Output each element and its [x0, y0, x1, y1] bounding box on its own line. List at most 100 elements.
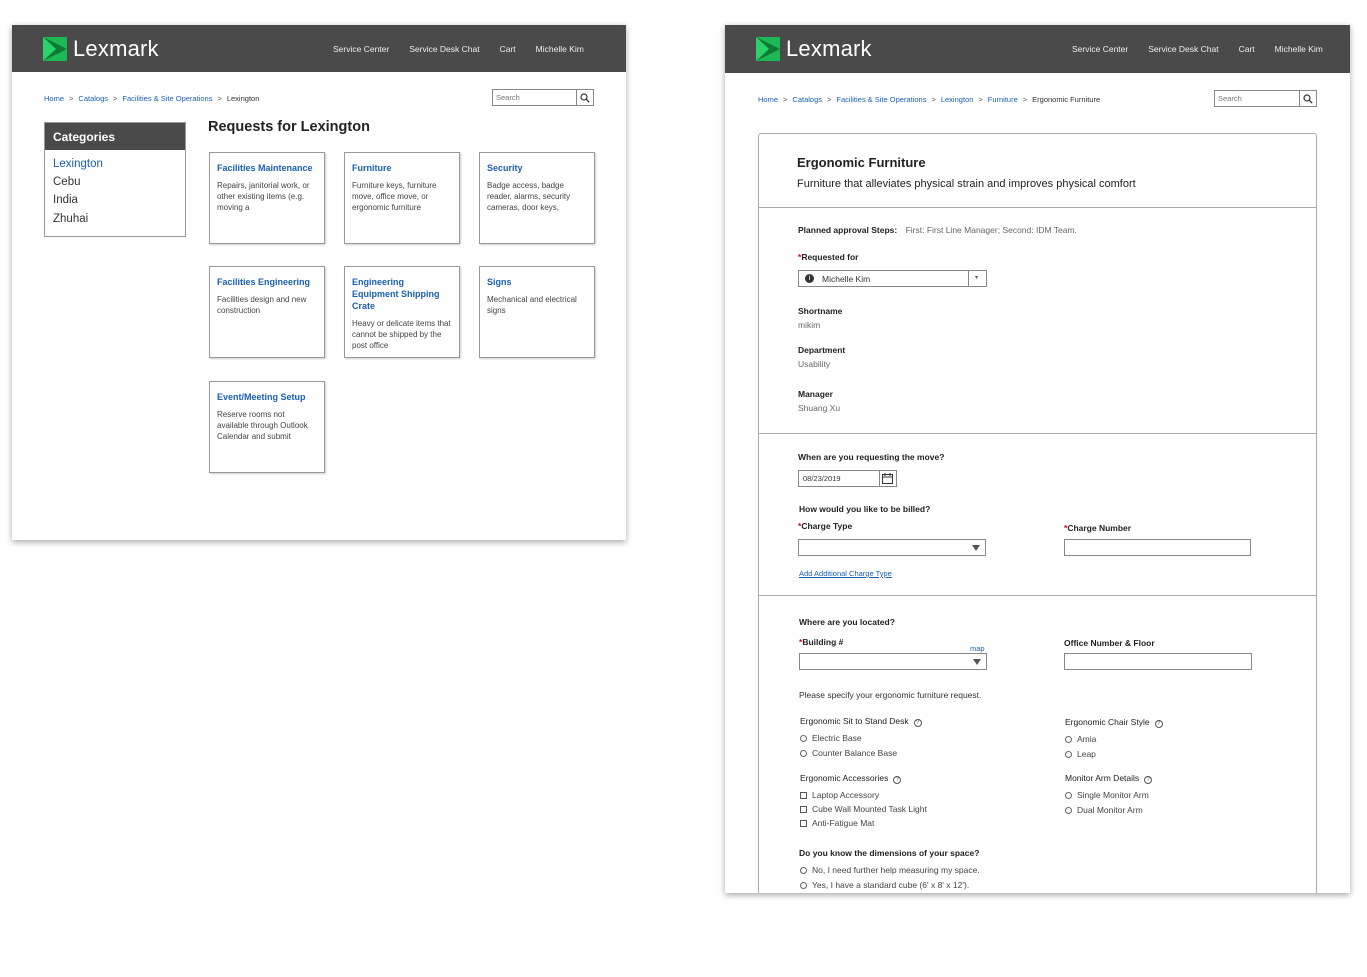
charge-number-label: *Charge Number [1064, 523, 1132, 533]
help-icon[interactable]: ? [893, 776, 902, 784]
search-input[interactable] [493, 90, 576, 105]
department-value: Usability [798, 359, 831, 369]
search-input[interactable] [1215, 91, 1299, 106]
card-facilities-maintenance[interactable]: Facilities Maintenance Repairs, janitori… [209, 152, 325, 244]
card-facilities-engineering[interactable]: Facilities Engineering Facilities design… [209, 266, 325, 358]
office-floor-input[interactable] [1064, 653, 1252, 670]
checkbox[interactable] [800, 819, 807, 827]
nav-service-center[interactable]: Service Center [333, 44, 389, 54]
radio-button[interactable] [1065, 750, 1072, 758]
checkbox[interactable] [800, 791, 807, 799]
nav-service-desk-chat[interactable]: Service Desk Chat [1148, 44, 1218, 54]
lexmark-logo[interactable]: Lexmark [756, 36, 872, 62]
help-icon[interactable]: ? [1154, 720, 1163, 728]
chair-style-option[interactable]: Leap [1065, 749, 1096, 759]
card-furniture[interactable]: Furniture Furniture keys, furniture move… [344, 152, 460, 244]
sit-stand-option[interactable]: Counter Balance Base [800, 748, 897, 758]
dimensions-option[interactable]: Yes, I have a standard cube (6' x 8' x 1… [800, 880, 969, 890]
category-lexington[interactable]: Lexington [53, 155, 185, 173]
building-select[interactable] [799, 653, 987, 670]
help-icon[interactable]: ? [913, 719, 922, 727]
charge-type-label: *Charge Type [798, 521, 853, 531]
radio-button[interactable] [1065, 735, 1072, 743]
request-form: Ergonomic Furniture Furniture that allev… [758, 133, 1317, 893]
accessory-option[interactable]: Laptop Accessory [800, 790, 879, 800]
divider [759, 207, 1316, 208]
card-title: Event/Meeting Setup [217, 392, 306, 402]
card-title: Furniture [352, 163, 392, 173]
radio-button[interactable] [1065, 791, 1072, 799]
manager-value: Shuang Xu [798, 403, 841, 413]
brand-name: Lexmark [73, 36, 159, 61]
top-nav: Service Center Service Desk Chat Cart Mi… [333, 44, 584, 54]
card-signs[interactable]: Signs Mechanical and electrical signs [479, 266, 595, 358]
user-info-icon: i [805, 274, 814, 283]
office-floor-label: Office Number & Floor [1064, 638, 1155, 648]
nav-user-name[interactable]: Michelle Kim [536, 44, 584, 54]
lexmark-logo-icon [43, 37, 67, 61]
page-title: Requests for Lexington [208, 119, 370, 135]
card-event-meeting-setup[interactable]: Event/Meeting Setup Reserve rooms not av… [209, 381, 325, 473]
requested-for-select[interactable]: i Michelle Kim ▾ [798, 270, 987, 287]
breadcrumb-facilities[interactable]: Facilities & Site Operations [122, 94, 212, 103]
form-subtitle: Furniture that alleviates physical strai… [797, 178, 1136, 190]
breadcrumb-lexington[interactable]: Lexington [941, 95, 974, 104]
charge-number-input[interactable] [1064, 539, 1251, 556]
category-cebu[interactable]: Cebu [53, 173, 185, 191]
building-label: *Building # [799, 637, 844, 647]
lexmark-logo[interactable]: Lexmark [43, 36, 159, 62]
breadcrumb-home[interactable]: Home [44, 94, 64, 103]
radio-button[interactable] [800, 749, 807, 757]
radio-button[interactable] [800, 734, 807, 742]
breadcrumb-catalogs[interactable]: Catalogs [78, 94, 108, 103]
charge-type-select[interactable] [798, 539, 986, 556]
categories-title: Categories [45, 123, 185, 150]
map-link[interactable]: map [970, 644, 985, 653]
breadcrumb-catalogs[interactable]: Catalogs [792, 95, 822, 104]
location-question: Where are you located? [799, 617, 895, 627]
accessory-option[interactable]: Anti-Fatigue Mat [800, 818, 874, 828]
breadcrumb-furniture[interactable]: Furniture [988, 95, 1018, 104]
search-button[interactable] [1299, 91, 1316, 106]
search-icon [1303, 93, 1313, 104]
nav-cart[interactable]: Cart [1239, 44, 1255, 54]
brand-name: Lexmark [786, 36, 872, 61]
calendar-icon[interactable] [882, 473, 893, 484]
nav-service-desk-chat[interactable]: Service Desk Chat [409, 44, 479, 54]
card-title: Facilities Maintenance [217, 163, 313, 173]
category-zhuhai[interactable]: Zhuhai [53, 210, 185, 228]
card-title: Facilities Engineering [217, 277, 311, 287]
shortname-label: Shortname [798, 306, 843, 316]
move-date-input[interactable]: 08/23/2019 [798, 470, 897, 487]
card-engineering-shipping-crate[interactable]: Engineering Equipment Shipping Crate Hea… [344, 266, 460, 358]
nav-user-name[interactable]: Michelle Kim [1275, 44, 1323, 54]
move-date-value: 08/23/2019 [803, 474, 841, 483]
radio-button[interactable] [800, 866, 807, 874]
top-nav: Service Center Service Desk Chat Cart Mi… [1072, 44, 1323, 54]
card-title: Signs [487, 277, 512, 287]
accessory-option[interactable]: Cube Wall Mounted Task Light [800, 804, 927, 814]
approval-steps-value: First: First Line Manager; Second: IDM T… [905, 225, 1077, 235]
add-charge-type-link[interactable]: Add Additional Charge Type [799, 569, 892, 578]
requested-for-value: Michelle Kim [822, 274, 871, 284]
radio-button[interactable] [1065, 806, 1072, 814]
dimensions-option[interactable]: No, I need further help measuring my spa… [800, 865, 980, 875]
catalog-page-window: Lexmark Service Center Service Desk Chat… [12, 25, 626, 540]
category-india[interactable]: India [53, 191, 185, 209]
nav-service-center[interactable]: Service Center [1072, 44, 1128, 54]
card-description: Repairs, janitorial work, or other exist… [217, 181, 310, 212]
search-button[interactable] [576, 90, 593, 105]
help-icon[interactable]: ? [1144, 776, 1153, 784]
chair-style-option[interactable]: Amia [1065, 734, 1096, 744]
radio-button[interactable] [800, 881, 807, 889]
monitor-arm-option[interactable]: Single Monitor Arm [1065, 790, 1149, 800]
breadcrumb-home[interactable]: Home [758, 95, 778, 104]
shortname-value: mikim [798, 320, 821, 330]
card-security[interactable]: Security Badge access, badge reader, ala… [479, 152, 595, 244]
sit-stand-option[interactable]: Electric Base [800, 733, 862, 743]
breadcrumb-facilities[interactable]: Facilities & Site Operations [836, 95, 926, 104]
monitor-arm-option[interactable]: Dual Monitor Arm [1065, 805, 1143, 815]
checkbox[interactable] [800, 805, 807, 813]
request-form-window: Lexmark Service Center Service Desk Chat… [725, 25, 1350, 893]
nav-cart[interactable]: Cart [500, 44, 516, 54]
